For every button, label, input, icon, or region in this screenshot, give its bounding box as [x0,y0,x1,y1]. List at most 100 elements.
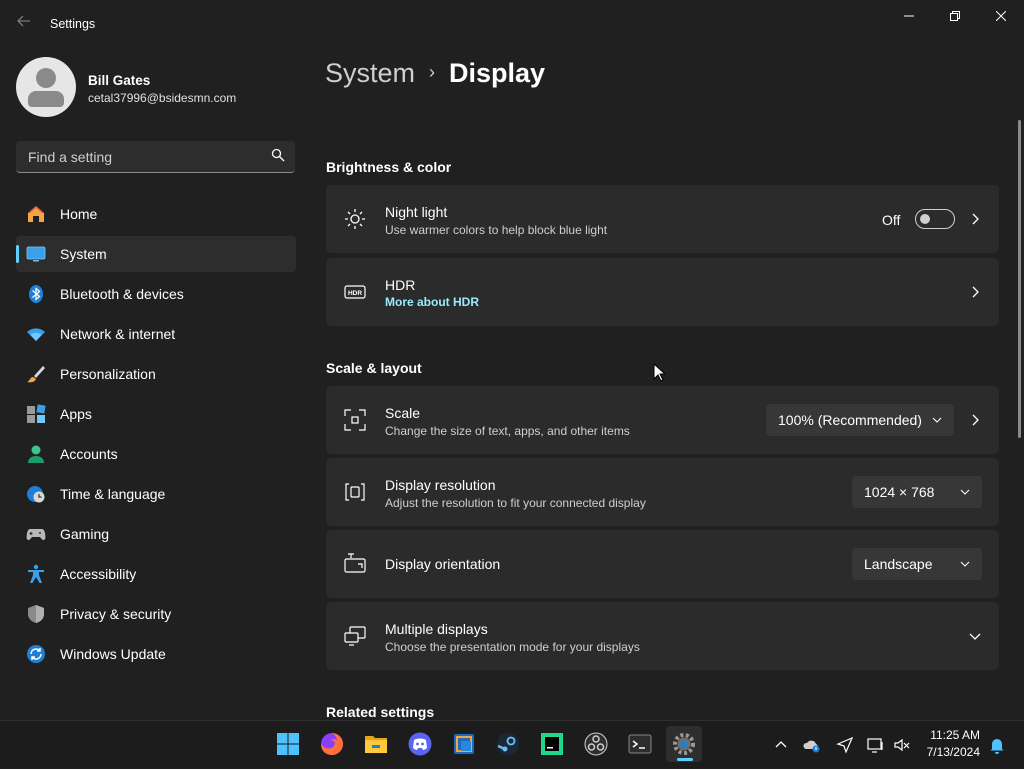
breadcrumb-parent[interactable]: System [325,58,415,88]
scale-dropdown[interactable]: 100% (Recommended) [766,404,954,436]
section-title-scale-layout: Scale & layout [326,360,422,376]
location-icon[interactable] [836,736,854,754]
taskbar-settings[interactable] [666,726,702,762]
avatar[interactable] [16,57,76,117]
scrollbar[interactable] [1018,120,1021,438]
start-button[interactable] [270,726,306,762]
scale-value: 100% (Recommended) [778,412,922,428]
bluetooth-icon [29,285,43,303]
hdr-link[interactable]: More about HDR [385,295,479,309]
person-icon [28,445,44,463]
mouse-cursor-icon [653,363,665,382]
sidebar-item-label: Accounts [60,446,118,462]
chevron-right-icon[interactable] [969,213,981,225]
sidebar-item-time-language[interactable]: Time & language [16,476,296,512]
title-bar [0,0,1024,48]
sidebar-item-label: Home [60,206,98,222]
start-icon [277,733,299,755]
scale-title: Scale [385,405,421,421]
hdr-card[interactable]: HDR HDR More about HDR [326,258,999,326]
sidebar-item-bluetooth[interactable]: Bluetooth & devices [16,276,296,312]
taskbar-terminal[interactable] [622,726,658,762]
orientation-value: Landscape [864,556,933,572]
home-icon [28,206,44,222]
scale-icon [344,409,366,431]
sidebar-item-label: System [60,246,107,262]
taskbar-steam[interactable] [490,726,526,762]
taskbar-discord[interactable] [402,726,438,762]
section-title-related-settings: Related settings [326,704,435,720]
sidebar-item-privacy-security[interactable]: Privacy & security [16,596,296,632]
search-box[interactable] [16,141,295,173]
sidebar-item-label: Windows Update [60,646,166,662]
back-arrow-icon[interactable] [14,14,34,34]
multiple-displays-description: Choose the presentation mode for your di… [385,640,640,654]
network-icon[interactable] [867,736,885,754]
resolution-value: 1024 × 768 [864,484,935,500]
chevron-down-icon [960,489,970,495]
sidebar-item-label: Privacy & security [60,606,172,622]
minimize-button[interactable] [886,6,932,28]
search-input[interactable] [26,147,270,167]
chevron-right-icon[interactable] [969,286,981,298]
taskbar-obs[interactable] [578,726,614,762]
display-orientation-card[interactable]: Display orientation Landscape [326,530,999,598]
multiple-displays-card[interactable]: Multiple displays Choose the presentatio… [326,602,999,670]
clock-time[interactable]: 11:25 AM [920,728,980,742]
brush-icon [27,366,45,383]
breadcrumb: System › Display [325,58,545,89]
hdr-icon: HDR [344,285,366,299]
sidebar-item-label: Apps [60,406,92,422]
steam-icon [497,733,519,755]
onedrive-icon[interactable] [803,736,821,754]
wifi-icon [27,328,45,341]
sidebar-item-label: Personalization [60,366,156,382]
taskbar-virtualbox[interactable] [446,726,482,762]
resolution-icon [345,483,365,501]
night-light-state: Off [882,212,901,228]
monitor-icon [26,246,46,262]
file-explorer-icon [365,736,387,753]
maximize-button[interactable] [932,6,978,28]
sidebar-item-accessibility[interactable]: Accessibility [16,556,296,592]
hdr-title: HDR [385,277,416,293]
orientation-dropdown[interactable]: Landscape [852,548,982,580]
chevron-right-icon[interactable] [969,414,981,426]
sidebar-item-network[interactable]: Network & internet [16,316,296,352]
night-light-icon [345,209,365,229]
chevron-down-icon[interactable] [969,630,981,642]
chevron-up-icon[interactable] [772,736,790,754]
sidebar-item-home[interactable]: Home [16,196,296,232]
active-indicator [16,245,19,263]
window-title: Settings [50,17,96,31]
resolution-dropdown[interactable]: 1024 × 768 [852,476,982,508]
sidebar-item-system[interactable]: System [16,236,296,272]
sidebar-item-accounts[interactable]: Accounts [16,436,296,472]
taskbar-firefox[interactable] [314,726,350,762]
search-icon[interactable] [271,148,285,162]
sidebar-item-personalization[interactable]: Personalization [16,356,296,392]
svg-text:HDR: HDR [348,290,362,297]
notification-bell-icon[interactable] [988,736,1006,754]
scale-card[interactable]: Scale Change the size of text, apps, and… [326,386,999,454]
chevron-down-icon [960,561,970,567]
user-email: cetal37996@bsidesmn.com [88,91,237,105]
display-resolution-card[interactable]: Display resolution Adjust the resolution… [326,458,999,526]
sidebar-item-label: Network & internet [60,326,176,342]
sidebar-item-gaming[interactable]: Gaming [16,516,296,552]
taskbar-file-explorer[interactable] [358,726,394,762]
update-icon [27,645,45,663]
sidebar-item-apps[interactable]: Apps [16,396,296,432]
scale-description: Change the size of text, apps, and other… [385,424,630,438]
shield-icon [28,605,44,623]
night-light-card[interactable]: Night light Use warmer colors to help bl… [326,185,999,253]
night-light-description: Use warmer colors to help block blue lig… [385,223,608,237]
display-resolution-title: Display resolution [385,477,496,493]
orientation-icon [344,553,366,573]
sidebar-item-windows-update[interactable]: Windows Update [16,636,296,672]
taskbar-pycharm[interactable] [534,726,570,762]
volume-muted-icon[interactable] [893,736,911,754]
close-button[interactable] [978,6,1024,28]
clock-date[interactable]: 7/13/2024 [910,745,980,759]
night-light-toggle[interactable] [915,209,955,229]
